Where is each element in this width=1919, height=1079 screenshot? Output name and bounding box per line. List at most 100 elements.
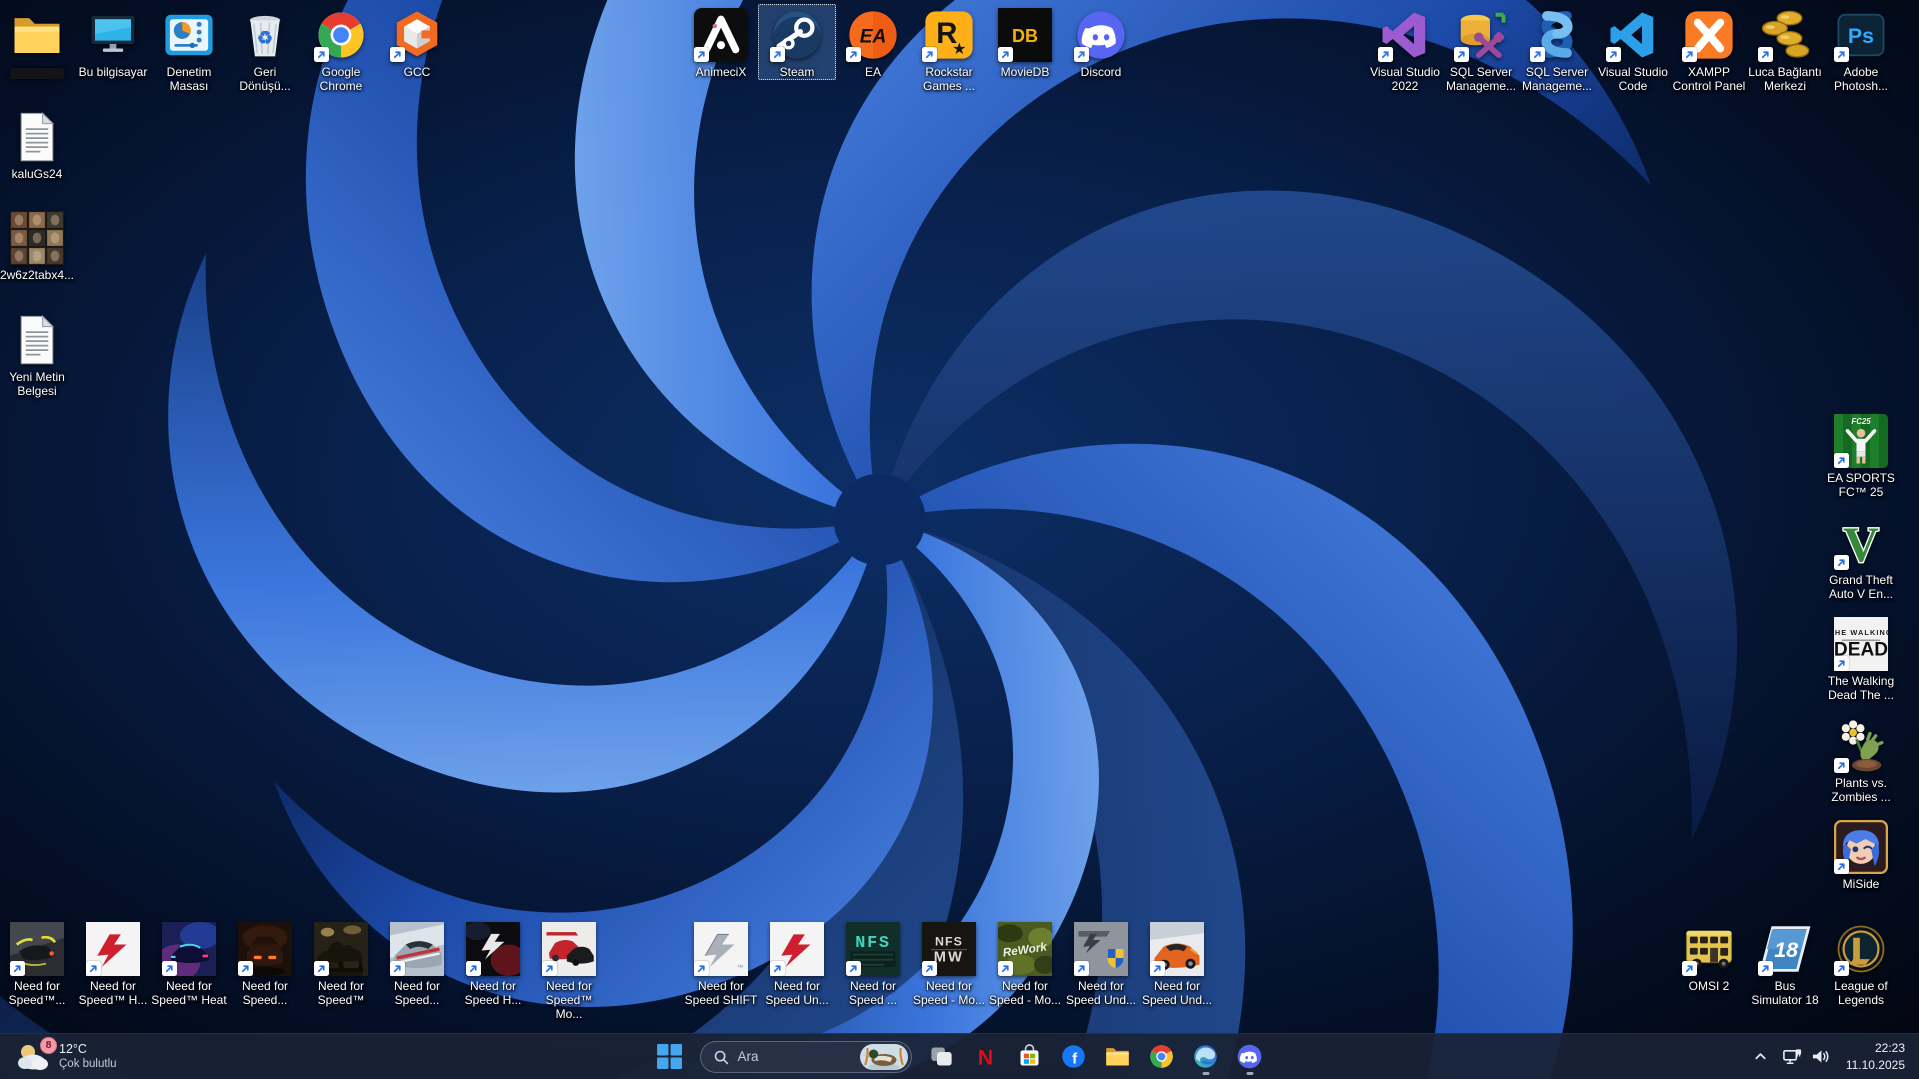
control-panel-icon xyxy=(162,8,216,62)
nfs-logo-red-icon xyxy=(86,922,140,976)
desktop-icon-sql-server-manageme-16[interactable]: SQL Server Manageme... xyxy=(1442,4,1520,94)
desktop-icon-yeni-metin-belgesi-8[interactable]: Yeni Metin Belgesi xyxy=(0,309,76,399)
desktop-icon-rockstar-games-12[interactable]: R★Rockstar Games ... xyxy=(910,4,988,94)
weather-widget[interactable]: 8 12°C Çok bulutlu xyxy=(10,1039,123,1074)
taskbar-ms-store-button[interactable] xyxy=(1010,1037,1050,1077)
vscode-icon xyxy=(1606,8,1660,62)
taskbar-chrome-button[interactable] xyxy=(1142,1037,1182,1077)
desktop-icon-need-for-speed-27[interactable]: Need for Speed™... xyxy=(0,918,76,1008)
desktop-icon-google-chrome-4[interactable]: Google Chrome xyxy=(302,4,380,94)
desktop-icon-label: Need for Speed™ xyxy=(318,979,365,1007)
desktop-icon-need-for-speed-31[interactable]: Need for Speed™ xyxy=(302,918,380,1008)
miside-icon xyxy=(1834,820,1888,874)
desktop-icon-geri-d-n-3[interactable]: ♻ Geri Dönüşü... xyxy=(226,4,304,94)
svg-text:™: ™ xyxy=(737,964,744,971)
desktop-icon-need-for-speed-h-33[interactable]: Need for Speed H... xyxy=(454,918,532,1008)
taskbar-task-view-button[interactable] xyxy=(922,1037,962,1077)
taskbar-netflix-button[interactable]: N xyxy=(966,1037,1006,1077)
desktop-icon-kalugs24-6[interactable]: kaluGs24 xyxy=(0,106,76,182)
desktop-icon-label: Need for Speed ... xyxy=(849,979,897,1007)
desktop-icon-need-for-speed-37[interactable]: NFSNeed for Speed ... xyxy=(834,918,912,1008)
shortcut-arrow-icon xyxy=(1530,47,1545,62)
desktop-icon-label: Luca Bağlantı Merkezi xyxy=(1748,65,1821,93)
desktop-icon-label: Need for Speed Und... xyxy=(1066,979,1136,1007)
taskbar-facebook-button[interactable]: f xyxy=(1054,1037,1094,1077)
bus-sim18-icon: 18 xyxy=(1758,922,1812,976)
luca-coins-icon xyxy=(1758,8,1812,62)
desktop-icon-ea-sports-fc-25-22[interactable]: FC25EA SPORTS FC™ 25 xyxy=(1822,410,1900,500)
desktop-icon-need-for-speed-un-36[interactable]: Need for Speed Un... xyxy=(758,918,836,1008)
desktop-icon-xampp-control-panel-19[interactable]: XAMPP Control Panel xyxy=(1670,4,1748,94)
nfs-logo-red-icon xyxy=(770,922,824,976)
tray-overflow-chevron[interactable] xyxy=(1747,1044,1774,1069)
svg-text:NFS: NFS xyxy=(935,935,963,949)
desktop-icon-steam-10[interactable]: Steam xyxy=(758,4,836,80)
shortcut-arrow-icon xyxy=(694,961,709,976)
desktop-icon-need-for-speed-und-41[interactable]: Need for Speed Und... xyxy=(1138,918,1216,1008)
desktop-icon-discord-14[interactable]: Discord xyxy=(1062,4,1140,80)
desktop-icon-need-for-speed-h-28[interactable]: Need for Speed™ H... xyxy=(74,918,152,1008)
desktop-icon-2w6z2tabx4-7[interactable]: 2w6z2tabx4... xyxy=(0,207,76,283)
desktop-icon-miside-26[interactable]: MiSide xyxy=(1822,816,1900,892)
desktop-icon-animecix-9[interactable]: AnimeciX xyxy=(682,4,760,80)
desktop-icon-visual-studio-2022-15[interactable]: Visual Studio 2022 xyxy=(1366,4,1444,94)
svg-text:N: N xyxy=(978,1045,993,1069)
desktop-icon-gcc-5[interactable]: GCC xyxy=(378,4,456,80)
desktop-icon-denetim-masas-2[interactable]: Denetim Masası xyxy=(150,4,228,94)
shortcut-arrow-icon xyxy=(922,961,937,976)
desktop-icon-bu-bilgisayar-1[interactable]: Bu bilgisayar xyxy=(74,4,152,80)
search-box[interactable]: Ara xyxy=(700,1041,912,1073)
nfs-mw-bw-icon: NFSMW xyxy=(922,922,976,976)
clock[interactable]: 22:23 11.10.2025 xyxy=(1838,1038,1913,1074)
chevron-up-icon xyxy=(1753,1049,1768,1064)
desktop-icon-grand-theft-auto-v-en-23[interactable]: VGrand Theft Auto V En... xyxy=(1822,512,1900,602)
shortcut-arrow-icon xyxy=(1606,47,1621,62)
search-highlight-image xyxy=(860,1044,908,1070)
desktop-icon-visual-studio-code-18[interactable]: Visual Studio Code xyxy=(1594,4,1672,94)
desktop-icon-need-for-speed-mo-34[interactable]: Need for Speed™ Mo... xyxy=(530,918,608,1022)
desktop-icon-need-for-speed-mo-39[interactable]: ReWorkNeed for Speed - Mo... xyxy=(986,918,1064,1008)
desktop-icon-label: EA SPORTS FC™ 25 xyxy=(1827,471,1895,499)
taskbar-pinned-apps: Nf xyxy=(922,1037,1270,1077)
svg-text:♻: ♻ xyxy=(257,28,273,48)
shortcut-arrow-icon xyxy=(390,961,405,976)
desktop-icon-label: Need for Speed™... xyxy=(9,979,66,1007)
desktop-icon-label: 2w6z2tabx4... xyxy=(0,268,74,282)
desktop-icon-sql-server-manageme-17[interactable]: SQL Server Manageme... xyxy=(1518,4,1596,94)
desktop-icon-need-for-speed-mo-38[interactable]: NFSMWNeed for Speed - Mo... xyxy=(910,918,988,1008)
edge-icon xyxy=(1192,1043,1219,1070)
desktop-icon-omsi-2-42[interactable]: OMSI 2 xyxy=(1670,918,1748,994)
facebook-icon: f xyxy=(1060,1043,1087,1070)
desktop-icon-need-for-speed-shift-35[interactable]: ™Need for Speed SHIFT xyxy=(682,918,760,1008)
desktop-icon-need-for-speed-und-40[interactable]: Need for Speed Und... xyxy=(1062,918,1140,1008)
tray-network-volume[interactable] xyxy=(1776,1043,1836,1071)
desktop-icon-adobe-photosh-21[interactable]: PsAdobe Photosh... xyxy=(1822,4,1900,94)
desktop-icon-ea-11[interactable]: EAEA xyxy=(834,4,912,80)
desktop-icon-plants-vs-zombies-25[interactable]: Plants vs. Zombies ... xyxy=(1822,715,1900,805)
desktop-icon-need-for-speed-30[interactable]: Need for Speed... xyxy=(226,918,304,1008)
desktop-icon-league-of-legends-44[interactable]: League of Legends xyxy=(1822,918,1900,1008)
shortcut-arrow-icon xyxy=(1834,453,1849,468)
desktop-icon-label: Geri Dönüşü... xyxy=(239,65,290,93)
svg-text:DB: DB xyxy=(1012,26,1038,46)
desktop-icon-folder-0[interactable] xyxy=(0,4,76,80)
search-placeholder: Ara xyxy=(738,1049,851,1064)
desktop-icon-need-for-speed-heat-29[interactable]: Need for Speed™ Heat xyxy=(150,918,228,1008)
desktop-icon-bus-simulator-18-43[interactable]: 18Bus Simulator 18 xyxy=(1746,918,1824,1008)
taskbar-file-explorer-button[interactable] xyxy=(1098,1037,1138,1077)
shortcut-arrow-icon xyxy=(162,961,177,976)
shortcut-arrow-icon xyxy=(846,47,861,62)
moviedb-icon: DB xyxy=(998,8,1052,62)
taskbar-edge-button[interactable] xyxy=(1186,1037,1226,1077)
desktop-icon-moviedb-13[interactable]: DBMovieDB xyxy=(986,4,1064,80)
photo-collage-icon xyxy=(10,211,64,265)
svg-text:★: ★ xyxy=(952,41,966,58)
desktop-icon-need-for-speed-32[interactable]: Need for Speed... xyxy=(378,918,456,1008)
desktop-icon-luca-ba-lant-merkezi-20[interactable]: Luca Bağlantı Merkezi xyxy=(1746,4,1824,94)
desktop-icon-label: Plants vs. Zombies ... xyxy=(1831,776,1890,804)
taskbar-discord-button[interactable] xyxy=(1230,1037,1270,1077)
desktop-icon-the-walking-dead-the-24[interactable]: THE WALKINGDEADThe Walking Dead The ... xyxy=(1822,613,1900,703)
rockstar-icon: R★ xyxy=(922,8,976,62)
start-button[interactable] xyxy=(650,1037,690,1077)
shortcut-arrow-icon xyxy=(1834,555,1849,570)
